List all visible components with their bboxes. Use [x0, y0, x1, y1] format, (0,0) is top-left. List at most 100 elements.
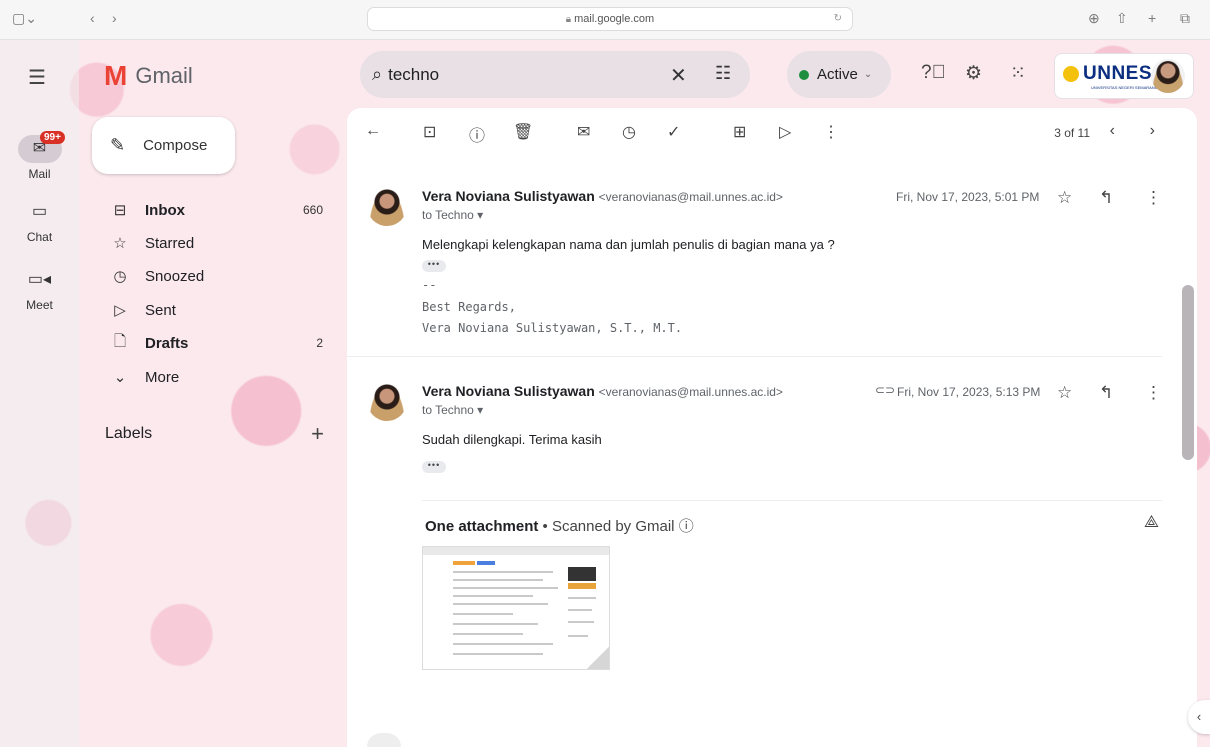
recipient-line[interactable]: to Techno ▾	[422, 403, 483, 417]
avatar	[367, 186, 407, 226]
thumb-line	[453, 587, 558, 589]
archive-icon[interactable]: ⊡	[423, 122, 436, 142]
browser-toolbar: ▢⌄ ‹ › 🔒︎ mail.google.com ↻ ⊕ ⇧ + ⧉	[0, 0, 1210, 40]
mark-unread-icon[interactable]: ✉	[577, 122, 590, 142]
more-vert-icon[interactable]: ⋮	[1145, 383, 1162, 403]
pager-text: 3 of 11	[1054, 126, 1090, 140]
next-message-avatar	[367, 733, 401, 747]
thumb-line	[453, 643, 553, 645]
message-date: Fri, Nov 17, 2023, 5:01 PM	[896, 190, 1040, 204]
add-label-icon[interactable]: +	[311, 421, 324, 447]
unread-badge: 99+	[40, 131, 65, 144]
gmail-logo[interactable]: M Gmail	[104, 60, 193, 92]
apps-grid-icon[interactable]: ⁙	[1010, 62, 1026, 85]
compose-button[interactable]: ✎ Compose	[92, 117, 235, 174]
gmail-m-icon: M	[104, 60, 128, 91]
older-icon[interactable]: ›	[1150, 122, 1155, 140]
download-icon[interactable]: ⊕	[1088, 10, 1100, 27]
thumb-line	[453, 595, 533, 597]
nav-item-starred[interactable]: ☆ Starred	[105, 228, 335, 258]
recipient-line[interactable]: to Techno ▾	[422, 208, 483, 222]
add-task-icon[interactable]: ✓	[667, 122, 680, 142]
nav-item-snoozed[interactable]: ◷ Snoozed	[105, 261, 335, 291]
back-icon[interactable]: ‹	[90, 10, 95, 26]
more-vert-icon[interactable]: ⋮	[1145, 188, 1162, 208]
newer-icon[interactable]: ‹	[1110, 122, 1115, 140]
labels-header: Labels +	[105, 421, 324, 446]
rail-item-chat[interactable]: ▭ Chat	[0, 198, 79, 244]
more-options-icon[interactable]: ⋮	[823, 122, 839, 142]
reply-icon[interactable]: ↰	[1099, 188, 1113, 208]
star-icon[interactable]: ☆	[1057, 188, 1072, 208]
thumb-line	[453, 653, 543, 655]
search-bar: ⌕ ✕ ☷	[360, 51, 750, 98]
scrollbar-thumb[interactable]	[1182, 285, 1194, 460]
video-icon: ▭◂	[27, 271, 52, 288]
signature-line: Vera Noviana Sulistyawan, S.T., M.T.	[422, 321, 683, 335]
search-options-icon[interactable]: ☷	[715, 63, 731, 84]
divider	[347, 356, 1162, 357]
thumb-line	[568, 609, 592, 611]
thumb-image	[568, 567, 596, 581]
thumb-block	[477, 561, 495, 565]
show-trimmed-button[interactable]: •••	[422, 260, 446, 272]
add-to-drive-icon[interactable]: ⟁	[1144, 512, 1159, 532]
thumb-line	[568, 621, 594, 623]
share-icon[interactable]: ⇧	[1116, 10, 1128, 27]
forward-icon[interactable]: ›	[112, 10, 117, 26]
new-tab-icon[interactable]: +	[1148, 10, 1156, 26]
snooze-icon[interactable]: ◷	[622, 122, 636, 142]
thumb-line	[568, 597, 596, 599]
pencil-icon: ✎	[110, 135, 126, 155]
label-icon[interactable]: ▷	[779, 122, 791, 142]
help-icon[interactable]: ?⃝	[921, 62, 946, 84]
star-icon: ☆	[113, 235, 127, 252]
rail-item-mail[interactable]: ✉ 99+ Mail	[0, 131, 79, 181]
tab-overview-icon[interactable]: ⧉	[1180, 10, 1190, 27]
message-body: Melengkapi kelengkapan nama dan jumlah p…	[422, 237, 835, 252]
thumb-line	[453, 623, 538, 625]
message-body: Sudah dilengkapi. Terima kasih	[422, 432, 602, 447]
search-input[interactable]	[388, 64, 639, 85]
thumb-line	[453, 571, 553, 573]
status-dropdown[interactable]: Active ⌄	[787, 51, 891, 98]
move-to-icon[interactable]: ⊞	[733, 122, 746, 142]
report-spam-icon[interactable]: ⓘ	[469, 122, 485, 146]
attachment-header: One attachment • Scanned by Gmail ⓘ	[425, 518, 694, 535]
attachment-thumbnail[interactable]	[422, 546, 610, 670]
message-view: ← ⊡ ⓘ 🗑︎ ✉ ◷ ✓ ⊞ ▷ ⋮ 3 of 11 ‹ › Vera No…	[347, 108, 1197, 747]
nav-item-drafts[interactable]: 🗋︎ Drafts 2	[105, 328, 335, 358]
send-icon: ▷	[114, 302, 126, 319]
clear-search-icon[interactable]: ✕	[670, 63, 687, 88]
status-dot	[799, 69, 809, 80]
info-icon[interactable]: ⓘ	[679, 518, 694, 535]
search-icon[interactable]: ⌕	[372, 64, 382, 85]
avatar[interactable]	[1151, 59, 1185, 93]
inbox-icon: ⊟	[113, 202, 127, 219]
star-icon[interactable]: ☆	[1057, 383, 1072, 403]
account-switcher[interactable]: UNNES UNIVERSITAS NEGERI SEMARANG	[1054, 53, 1194, 99]
signature-line: Best Regards,	[422, 300, 516, 314]
chat-icon: ▭	[31, 203, 48, 220]
thumb-header	[423, 547, 609, 555]
back-arrow-icon[interactable]: ←	[365, 122, 381, 140]
settings-gear-icon[interactable]: ⚙	[965, 62, 982, 85]
reload-icon[interactable]: ↻	[834, 8, 842, 30]
reply-icon[interactable]: ↰	[1099, 383, 1113, 403]
draft-icon: 🗋︎	[113, 332, 127, 350]
nav-item-more[interactable]: ⌄ More	[105, 362, 335, 392]
thumb-line	[453, 603, 548, 605]
address-bar[interactable]: 🔒︎ mail.google.com ↻	[367, 7, 853, 31]
sender: Vera Noviana Sulistyawan <veranovianas@m…	[422, 383, 783, 399]
main-menu-icon[interactable]: ☰	[28, 65, 46, 90]
nav-item-sent[interactable]: ▷ Sent	[105, 295, 335, 325]
org-logo: UNNES	[1083, 63, 1153, 84]
message-date: Fri, Nov 17, 2023, 5:13 PM	[897, 385, 1041, 399]
nav-item-inbox[interactable]: ⊟ Inbox 660	[105, 195, 335, 225]
attachment-clip-icon: ⊂⊃	[875, 383, 896, 397]
delete-icon[interactable]: 🗑︎	[513, 122, 533, 142]
rail-item-meet[interactable]: ▭◂ Meet	[0, 266, 79, 312]
page-fold	[587, 647, 609, 669]
show-trimmed-button[interactable]: •••	[422, 461, 446, 473]
sidebar-toggle-icon[interactable]: ▢⌄	[12, 10, 37, 27]
